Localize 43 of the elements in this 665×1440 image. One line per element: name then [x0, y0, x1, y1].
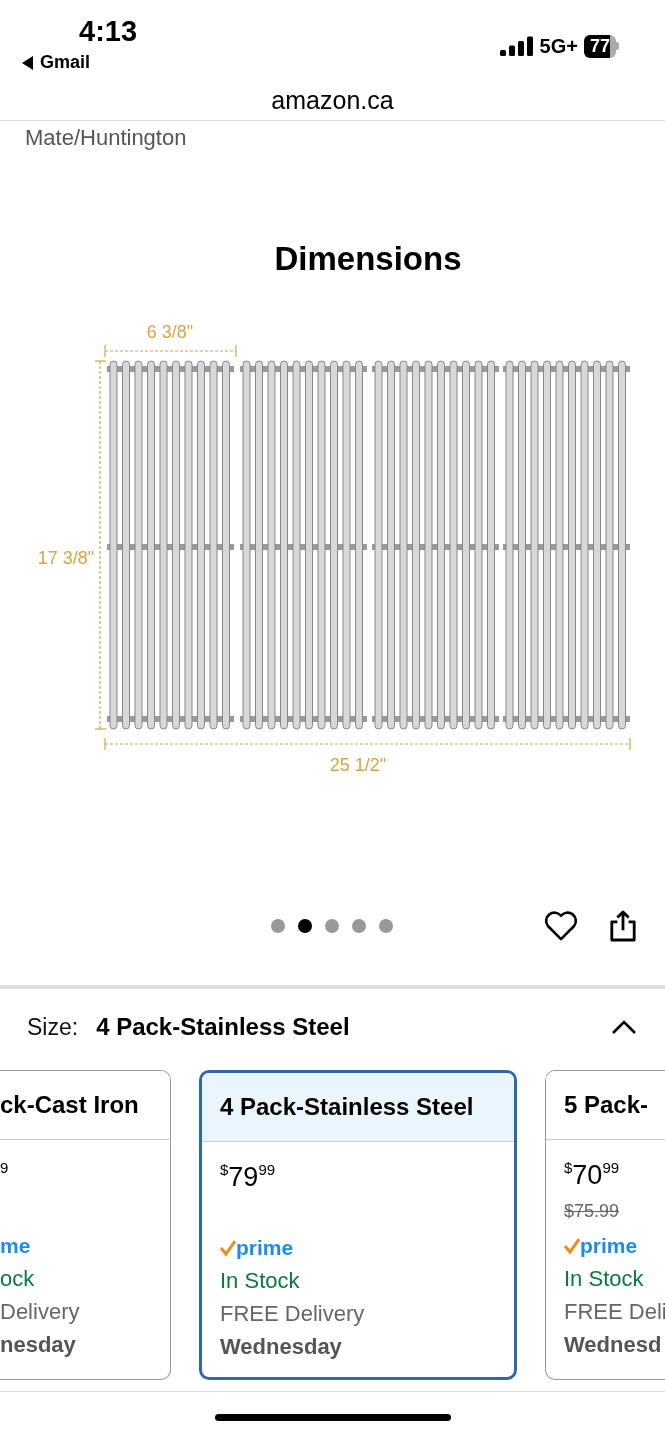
- stock-status: In Stock: [564, 1265, 644, 1293]
- price: 9: [0, 1158, 9, 1178]
- option-title: 4 Pack-Stainless Steel: [220, 1093, 474, 1121]
- delivery-day: Wednesday: [220, 1330, 342, 1363]
- dimension-label: 25 1/2": [329, 755, 387, 775]
- delivery-label: FREE Deli: [564, 1298, 665, 1326]
- size-value: 4 Pack-Stainless Steel: [96, 1013, 350, 1041]
- image-title: Dimensions: [274, 240, 462, 277]
- stock-status: ock: [0, 1265, 35, 1293]
- check-icon: [564, 1237, 580, 1255]
- clock-time: 4:13: [79, 14, 138, 48]
- delivery-day: Wednesd: [564, 1328, 662, 1361]
- delivery-label: Delivery: [0, 1298, 80, 1326]
- list-price: $75.99: [564, 1200, 620, 1223]
- size-option-card[interactable]: ck-Cast Iron 9 me ock Delivery nesday: [0, 1070, 171, 1380]
- address-domain[interactable]: amazon.ca: [271, 85, 394, 115]
- delivery-label: FREE Delivery: [220, 1300, 365, 1328]
- signal-icon: [499, 36, 534, 56]
- heart-icon[interactable]: [543, 910, 579, 942]
- product-title: Mate/Huntington: [24, 124, 188, 151]
- stock-status: In Stock: [220, 1267, 300, 1295]
- carousel-dot[interactable]: [298, 919, 312, 933]
- carousel-dot[interactable]: [352, 919, 366, 933]
- delivery-day: nesday: [0, 1328, 76, 1361]
- battery-indicator: 77: [583, 34, 619, 58]
- size-label: Size:: [27, 1013, 79, 1041]
- dimension-label: 6 3/8": [146, 322, 194, 342]
- prime-logo: prime: [236, 1236, 294, 1260]
- prime-logo: prime: [580, 1234, 638, 1258]
- home-indicator[interactable]: [214, 1413, 451, 1421]
- carousel-dot[interactable]: [271, 919, 285, 933]
- check-icon: [220, 1239, 236, 1257]
- back-triangle-icon[interactable]: [22, 55, 34, 70]
- prime-logo: me: [0, 1234, 31, 1258]
- carousel-dot[interactable]: [325, 919, 339, 933]
- collapse-caret-icon[interactable]: [611, 1019, 637, 1035]
- share-icon[interactable]: [609, 909, 637, 943]
- back-link[interactable]: Gmail: [40, 52, 91, 73]
- option-title: ck-Cast Iron: [0, 1091, 139, 1119]
- option-title: 5 Pack-: [564, 1091, 649, 1119]
- network-type: 5G+: [539, 34, 578, 58]
- dimension-label: 17 3/8": [37, 548, 95, 568]
- carousel-dot[interactable]: [379, 919, 393, 933]
